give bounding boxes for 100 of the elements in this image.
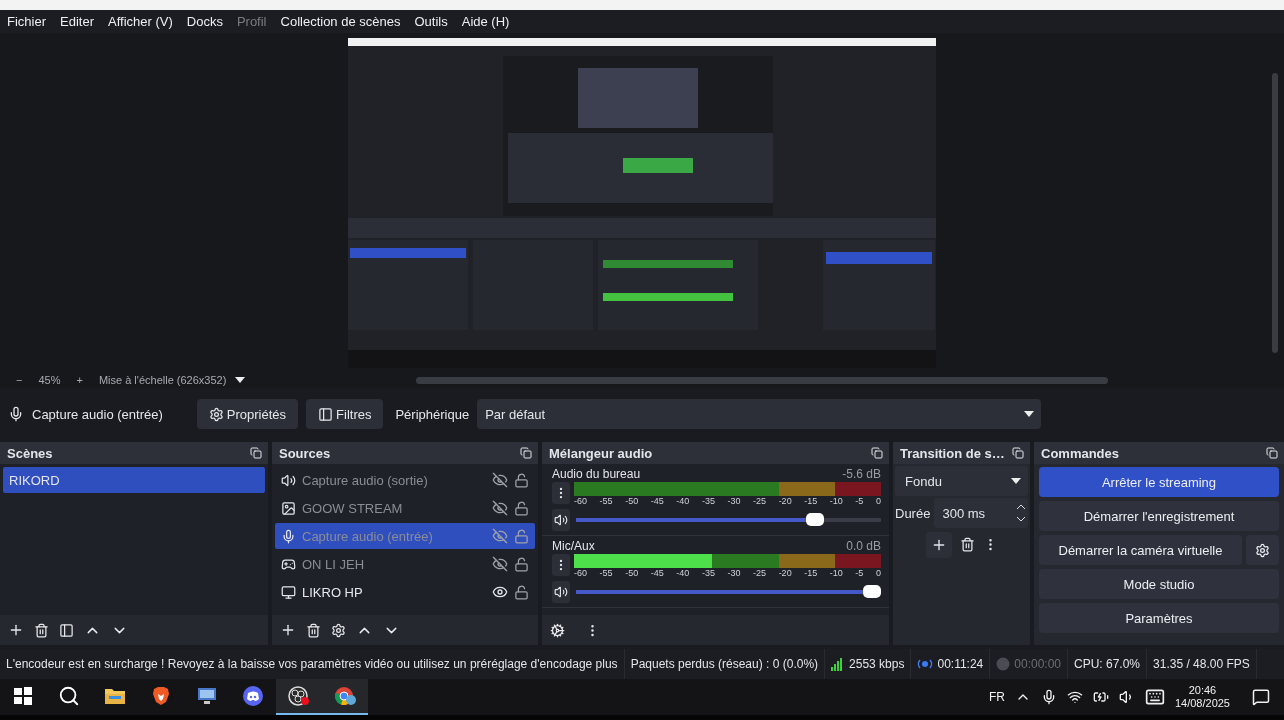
search-icon[interactable] (58, 685, 80, 707)
status-text: 2553 kbps (849, 657, 905, 671)
language-indicator[interactable]: FR (988, 690, 1005, 704)
chrome-icon[interactable] (333, 685, 357, 707)
tick-label: -55 (599, 568, 613, 579)
zoom-in-button[interactable]: + (68, 374, 91, 386)
status-text: CPU: 67.0% (1074, 657, 1141, 671)
tick-label: -40 (676, 568, 690, 579)
menu-item[interactable]: Outils (414, 14, 448, 29)
menu-item[interactable]: Collection de scènes (280, 14, 401, 29)
source-item[interactable]: GOOW STREAM (275, 495, 535, 521)
settings-icon[interactable] (331, 622, 346, 638)
volume-slider[interactable] (576, 513, 881, 527)
duration-label: Durée (895, 505, 931, 521)
notification-icon[interactable] (1252, 688, 1270, 706)
tick-label: -10 (829, 568, 843, 579)
menu-item[interactable]: Fichier (7, 14, 46, 29)
mute-button[interactable] (552, 509, 570, 531)
tick-label: -20 (778, 568, 792, 579)
duration-field[interactable]: 300 ms (934, 498, 1028, 528)
tick-label: -35 (701, 496, 715, 507)
volume-slider[interactable] (576, 585, 881, 599)
zoom-level: 45% (37, 374, 62, 386)
folder-icon[interactable] (104, 686, 126, 706)
device-label: Périphérique (395, 406, 470, 422)
scene-item[interactable]: RIKORD (3, 467, 265, 493)
eye-off-icon[interactable] (492, 472, 508, 488)
status-text: 31.35 / 48.00 FPS (1153, 657, 1250, 671)
undock-icon[interactable] (250, 447, 262, 459)
scrollbar[interactable] (416, 376, 1109, 384)
menu-item[interactable]: Aide (H) (461, 14, 510, 29)
discord-icon[interactable] (242, 685, 264, 707)
tick-label: -15 (804, 496, 818, 507)
mute-button[interactable] (552, 581, 570, 603)
control-button[interactable]: Arrêter le streaming (1039, 467, 1279, 497)
source-item[interactable]: LIKRO HP (275, 579, 535, 605)
filter-icon[interactable] (59, 622, 74, 638)
undock-icon[interactable] (871, 447, 883, 459)
source-name: GOOW STREAM (302, 500, 404, 516)
add-icon[interactable] (280, 622, 296, 638)
slider-thumb[interactable] (805, 513, 824, 526)
unlock-icon[interactable] (514, 528, 529, 544)
wifi-icon[interactable] (1066, 689, 1083, 705)
unlock-icon[interactable] (514, 584, 529, 600)
control-button[interactable]: Paramètres (1039, 603, 1279, 633)
windows-icon[interactable] (13, 686, 33, 706)
unlock-icon[interactable] (514, 472, 529, 488)
add-icon[interactable] (8, 622, 24, 638)
undock-icon[interactable] (520, 447, 532, 459)
unlock-icon[interactable] (514, 500, 529, 516)
panel-title: Sources (279, 445, 331, 461)
control-button[interactable]: Démarrer la caméra virtuelle (1039, 535, 1242, 565)
control-button[interactable]: Démarrer l'enregistrement (1039, 501, 1279, 531)
scrollbar[interactable] (1272, 73, 1278, 353)
status-text: 00:11:24 (937, 657, 984, 671)
settings-button[interactable] (1246, 535, 1279, 565)
lion-shield-icon[interactable] (152, 686, 170, 706)
eye-off-icon[interactable] (492, 528, 508, 544)
slider-thumb[interactable] (863, 585, 881, 598)
source-item[interactable]: Capture audio (sortie) (275, 467, 535, 493)
clock[interactable]: 20:46 14/08/2025 (1174, 684, 1230, 710)
status-text: 00:00:00 (1014, 657, 1061, 671)
obs-icon[interactable] (287, 685, 311, 707)
properties-button[interactable]: Propriétés (196, 399, 299, 429)
tick-label: -40 (676, 496, 690, 507)
dropdown-caret-icon[interactable] (234, 376, 247, 384)
channel-menu-button[interactable] (552, 554, 570, 576)
undock-icon[interactable] (1266, 447, 1278, 459)
unlock-icon[interactable] (514, 556, 529, 572)
device-select[interactable]: Par défaut (477, 399, 1042, 429)
trash-icon[interactable] (959, 537, 975, 552)
monitor-icon (281, 584, 296, 600)
zoom-out-button[interactable]: − (8, 374, 31, 386)
tick-label: -35 (701, 568, 715, 579)
mic-icon (8, 406, 24, 422)
tick-label: -55 (599, 496, 613, 507)
source-item[interactable]: ON LI JEH (275, 551, 535, 577)
spin-arrows-icon (1016, 502, 1026, 524)
keyboard-icon[interactable] (1144, 687, 1165, 707)
add-button[interactable] (925, 532, 952, 558)
eye-off-icon[interactable] (492, 500, 508, 516)
battery-icon[interactable] (1092, 689, 1109, 705)
menu-item[interactable]: Docks (186, 14, 223, 29)
menu-item[interactable]: Afficher (V) (108, 14, 173, 29)
undock-icon[interactable] (1012, 447, 1024, 459)
filters-button[interactable]: Filtres (306, 399, 384, 429)
tick-label: -25 (753, 496, 767, 507)
transition-select[interactable]: Fondu (895, 466, 1028, 496)
tick-label: -30 (727, 496, 741, 507)
trash-icon[interactable] (306, 622, 321, 638)
panel-title: Mélangeur audio (549, 445, 653, 461)
channel-menu-button[interactable] (552, 482, 570, 504)
tick-label: -10 (829, 496, 843, 507)
trash-icon[interactable] (34, 622, 49, 638)
computer-icon[interactable] (196, 686, 218, 706)
status-message: L'encodeur est en surcharge ! Revoyez à la baisse vos paramètres vidéo ou utilisez un préréglage d'encodage plus (6, 657, 618, 671)
menu-item[interactable]: Editer (60, 14, 94, 29)
eye-icon[interactable] (492, 584, 508, 600)
control-button[interactable]: Mode studio (1039, 569, 1279, 599)
eye-off-icon[interactable] (492, 556, 508, 572)
